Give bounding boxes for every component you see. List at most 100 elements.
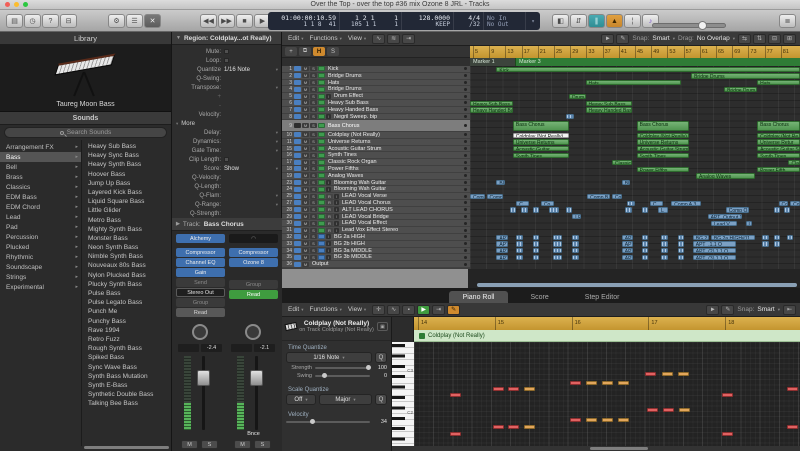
midi-note[interactable]	[787, 425, 798, 429]
arrange-region[interactable]	[626, 200, 635, 206]
stepper-icon[interactable]: ▾	[276, 193, 278, 199]
midi-note[interactable]	[508, 425, 519, 429]
track-mute-button[interactable]: M	[302, 166, 309, 172]
library-category[interactable]: Brass ▸	[0, 172, 81, 182]
library-category[interactable]: Lead ▸	[0, 212, 81, 222]
arrange-region[interactable]: APT	[496, 248, 508, 254]
track-solo-button[interactable]: S	[310, 86, 317, 92]
zoom-in-icon[interactable]: ⊞	[783, 33, 796, 44]
track-record-button[interactable]: R	[326, 220, 333, 226]
track-solo-button[interactable]: S	[310, 220, 317, 226]
library-patch-item[interactable]: Punch Me	[82, 307, 172, 316]
track-mute-button[interactable]: M	[302, 186, 309, 192]
arrange-region[interactable]	[783, 207, 791, 213]
arrange-region[interactable]: Hats	[757, 80, 800, 86]
track-solo-button[interactable]: S	[310, 93, 317, 99]
solo-button[interactable]: S	[254, 440, 271, 449]
library-category[interactable]: EDM Chord ▸	[0, 202, 81, 212]
arrange-region[interactable]	[661, 241, 668, 247]
arrange-region[interactable]: Co	[778, 200, 789, 206]
lcd-position[interactable]: 1 2 1 1 105 1 1 1	[340, 12, 402, 30]
piano-roll-scrollbar[interactable]	[590, 447, 648, 450]
library-category[interactable]: Bass ▸	[0, 152, 81, 162]
midi-note[interactable]	[602, 381, 613, 385]
inspector-row[interactable]: +	[172, 92, 281, 101]
library-patch-item[interactable]: Heavy Synth Bass	[82, 160, 172, 169]
midi-note[interactable]	[662, 372, 673, 376]
track-inspector-header[interactable]: ▶ Track: Bass Chorus	[172, 218, 282, 231]
arrange-region[interactable]: APT	[496, 234, 508, 240]
midi-note[interactable]	[678, 372, 689, 376]
arrange-region[interactable]	[516, 241, 523, 247]
stepper-icon[interactable]: ▾	[276, 67, 278, 73]
arrange-region[interactable]: APT_(3).1.1 O	[692, 255, 736, 261]
midi-activity-icon[interactable]: ▪	[402, 304, 416, 315]
arrange-region[interactable]	[641, 255, 649, 261]
track-mute-button[interactable]: M	[302, 145, 309, 151]
automation-icon[interactable]: ∿	[387, 304, 401, 315]
swing-thumb[interactable]	[321, 373, 327, 378]
track-record-button[interactable]: R	[326, 213, 333, 219]
arrange-region[interactable]: APT_.1.1 O	[692, 241, 736, 247]
inspector-row[interactable]: Q-Flam: ▾	[172, 191, 281, 200]
control-bar-display-icon[interactable]: ⊟	[60, 14, 77, 28]
track-row[interactable]: 3 M S Hats	[282, 79, 470, 87]
arrange-region[interactable]: Kick	[496, 66, 800, 72]
tab-piano-roll[interactable]: Piano Roll	[448, 291, 509, 303]
arrange-region[interactable]: Synth Tines	[636, 153, 690, 159]
menu-view[interactable]: View ▾	[346, 306, 368, 313]
arrange-region[interactable]	[552, 234, 563, 240]
library-category[interactable]: EDM Bass ▸	[0, 192, 81, 202]
track-row[interactable]: 34 M S I BG 3a MIDDLE	[282, 247, 470, 255]
arrange-region[interactable]: Comp	[790, 200, 800, 206]
track-on-button[interactable]	[294, 193, 301, 199]
track-row[interactable]: 25 M S R I LEAD Vocal Verse	[282, 193, 470, 200]
region-inspector-header[interactable]: ▼ Region: Coldplay...ot Really)	[172, 32, 281, 45]
master-volume-slider[interactable]	[652, 21, 726, 30]
track-on-button[interactable]	[294, 107, 301, 113]
track-mute-button[interactable]: M	[302, 200, 309, 206]
track-solo-button[interactable]: S	[310, 173, 317, 179]
stepper-icon[interactable]: ▾	[276, 148, 278, 154]
pencil-tool-icon[interactable]: ✎	[616, 33, 630, 44]
track-on-button[interactable]	[294, 123, 301, 129]
menu-edit[interactable]: Edit ▾	[286, 306, 305, 313]
inspector-row[interactable]: Delay: ▾	[172, 128, 281, 137]
track-on-button[interactable]	[294, 247, 301, 253]
track-solo-button[interactable]: S	[310, 193, 317, 199]
inspector-row[interactable]: ▾ More	[172, 119, 281, 128]
track-mute-button[interactable]: M	[302, 113, 309, 119]
arrange-region[interactable]	[532, 234, 540, 240]
library-category[interactable]: Rhythmic ▸	[0, 252, 81, 262]
arrange-region[interactable]: BG 2	[692, 234, 710, 240]
arrange-region[interactable]: Heavy Sub Bass	[470, 100, 513, 106]
track-solo-button[interactable]: S	[310, 254, 317, 260]
menu-functions[interactable]: Functions ▾	[307, 306, 343, 313]
fader-cap[interactable]	[250, 370, 263, 386]
fader-cap[interactable]	[197, 370, 210, 386]
inspector-row[interactable]: -	[172, 101, 281, 110]
track-row[interactable]: 33 M S I BG 2b HIGH	[282, 240, 470, 248]
track-solo-button[interactable]: S	[310, 241, 317, 247]
arrange-region[interactable]: Comp A.3	[671, 200, 701, 206]
inspector-row[interactable]: Q-Swing:	[172, 74, 281, 83]
catch-playhead-icon[interactable]: ⇤	[783, 304, 796, 315]
arrange-region[interactable]	[572, 248, 579, 254]
input-monitor-icon[interactable]: I	[326, 179, 331, 185]
add-track-button[interactable]: +	[285, 47, 297, 56]
track-solo-button[interactable]: S	[310, 159, 317, 165]
arrange-region[interactable]: Comp O.2	[725, 207, 749, 213]
midi-note[interactable]	[586, 381, 597, 385]
library-patch-item[interactable]: Jump Up Bass	[82, 179, 172, 188]
track-row[interactable]: 17 M S Classic Rock Organ	[282, 159, 470, 166]
library-patch-item[interactable]: Pulse Legato Bass	[82, 298, 172, 307]
midi-note[interactable]	[570, 381, 581, 385]
arrange-region[interactable]: Power Fifths	[636, 166, 690, 172]
arrange-region[interactable]	[762, 241, 769, 247]
arrange-region[interactable]: Bl	[496, 180, 505, 186]
track-on-button[interactable]	[294, 234, 301, 240]
waveform-zoom-icon[interactable]: ⊟	[768, 33, 781, 44]
arrange-region[interactable]	[532, 241, 540, 247]
track-row[interactable]: 11 M S Universe Returns	[282, 138, 470, 146]
crosshair-icon[interactable]: ✛	[372, 304, 386, 315]
